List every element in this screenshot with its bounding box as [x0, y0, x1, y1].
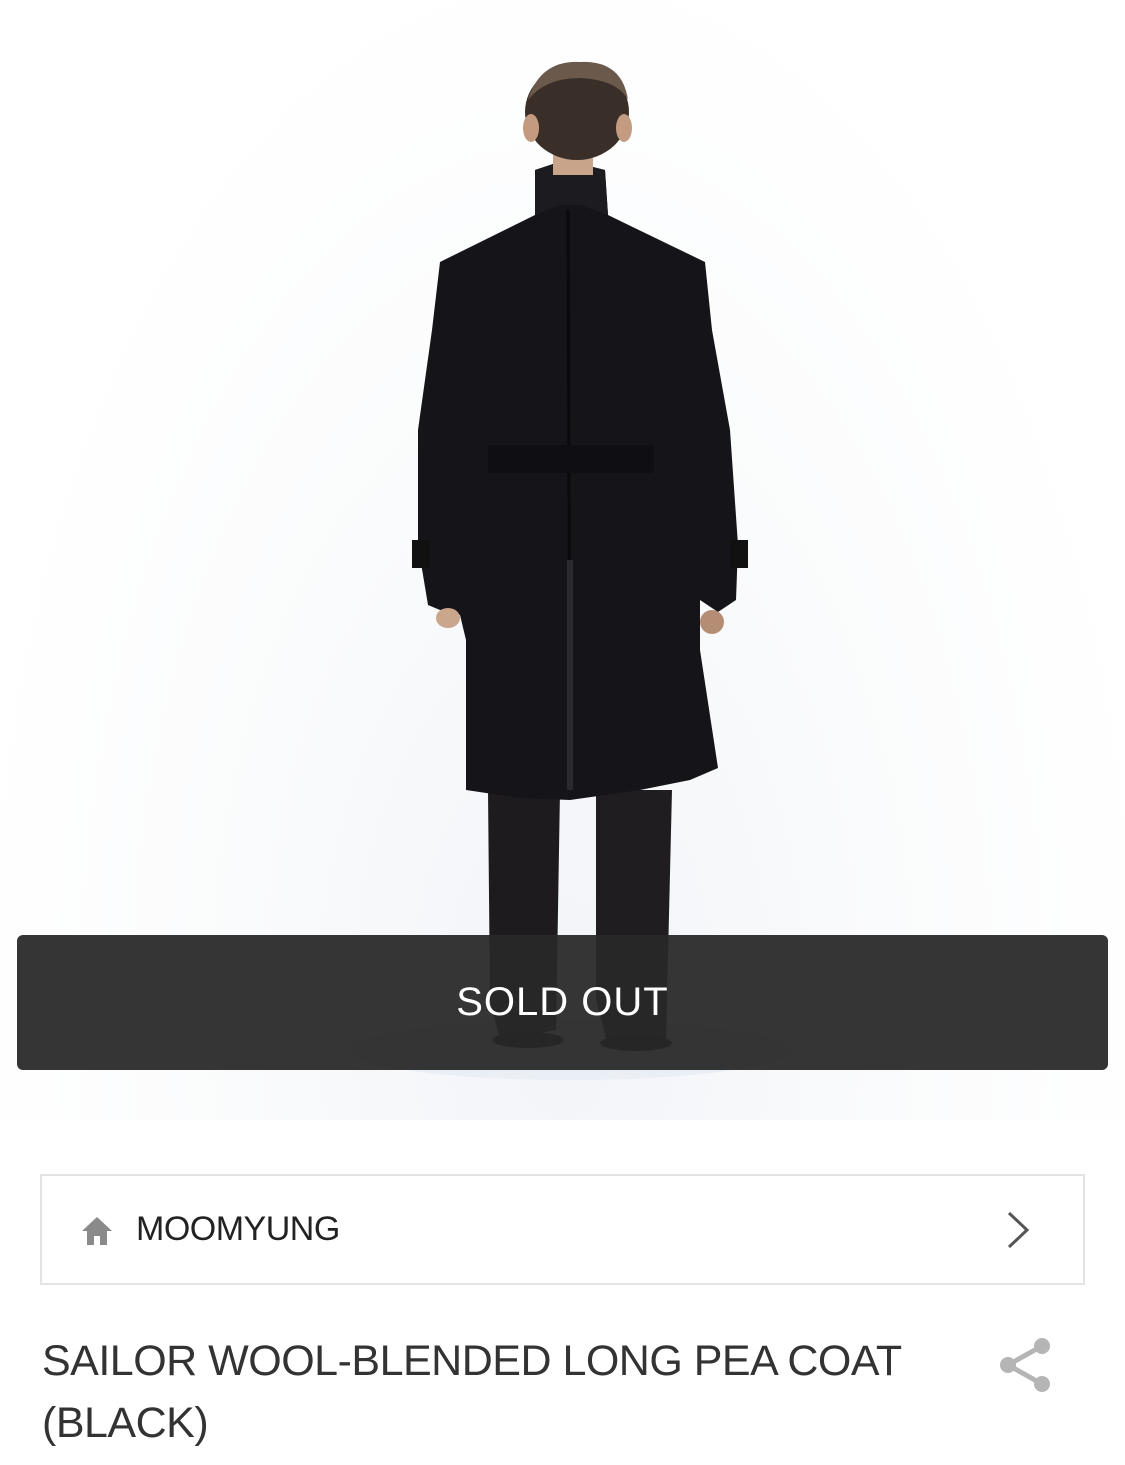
home-icon: [82, 1217, 112, 1245]
sold-out-label: SOLD OUT: [456, 980, 669, 1024]
chevron-right-icon: [1007, 1211, 1030, 1249]
brand-link[interactable]: MOOMYUNG: [40, 1174, 1085, 1285]
product-title: SAILOR WOOL-BLENDED LONG PEA COAT(BLACK): [42, 1337, 902, 1447]
brand-name: MOOMYUNG: [136, 1210, 340, 1248]
sold-out-banner: SOLD OUT: [17, 935, 1108, 1070]
share-icon[interactable]: [996, 1336, 1052, 1394]
